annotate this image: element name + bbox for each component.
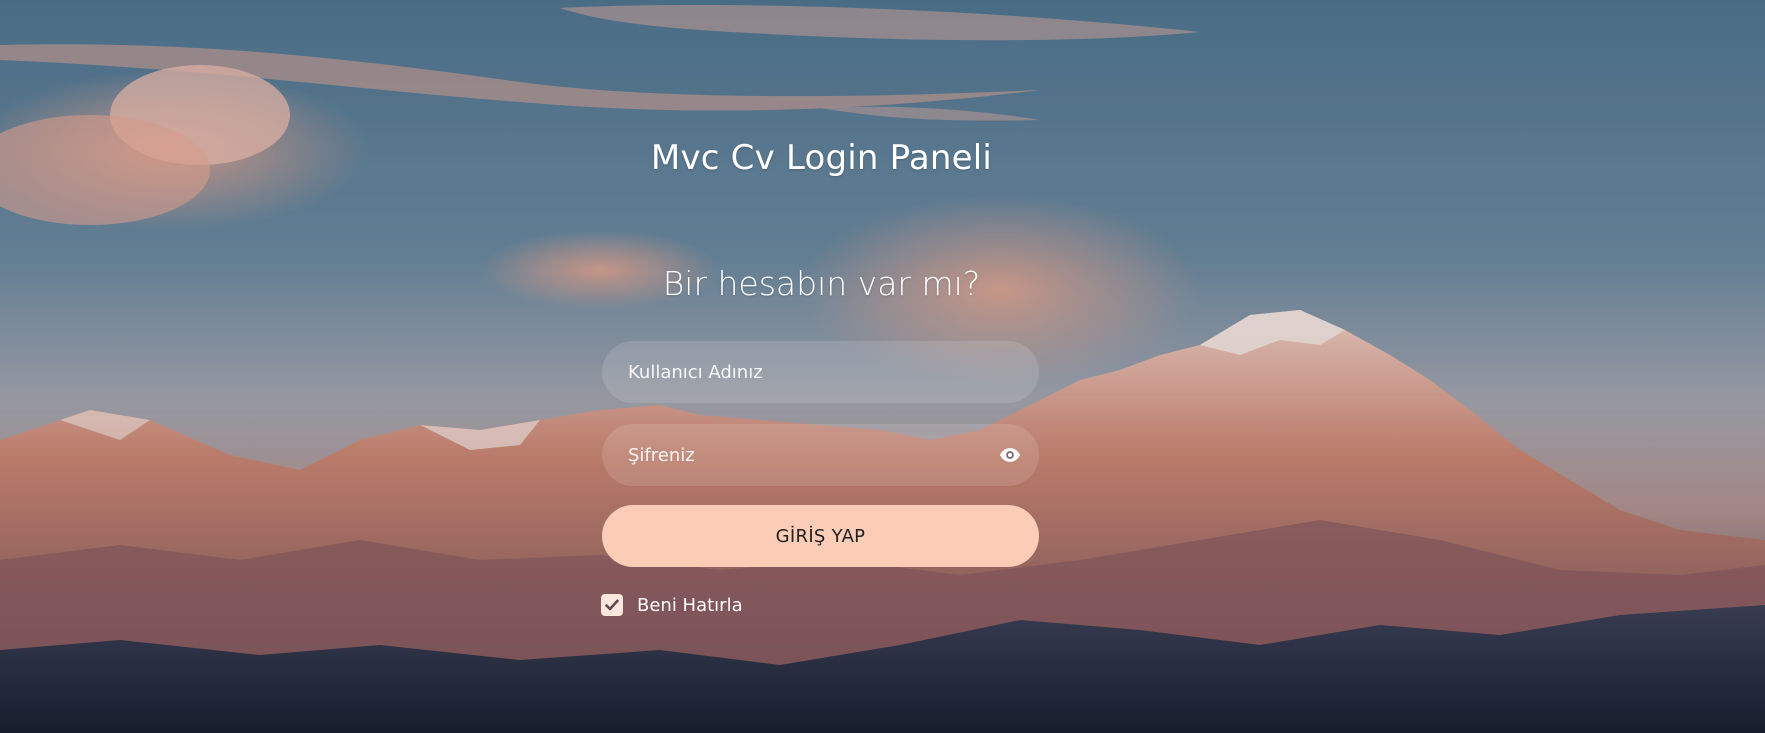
eye-icon[interactable] [999,447,1021,463]
password-input[interactable] [628,444,1013,466]
check-icon [605,599,619,611]
username-field-wrapper [602,341,1039,403]
remember-me-label: Beni Hatırla [637,594,743,616]
page-title: Mvc Cv Login Paneli [650,138,993,178]
login-submit-button[interactable]: GİRİŞ YAP [602,505,1039,567]
username-input[interactable] [628,361,1013,383]
page-subtitle: Bir hesabın var mı? [662,264,981,303]
checkbox-box[interactable] [601,594,623,616]
remember-me-checkbox[interactable]: Beni Hatırla [601,594,743,616]
password-field-wrapper [602,424,1039,486]
login-page: Mvc Cv Login Paneli Bir hesabın var mı? … [0,0,1765,733]
